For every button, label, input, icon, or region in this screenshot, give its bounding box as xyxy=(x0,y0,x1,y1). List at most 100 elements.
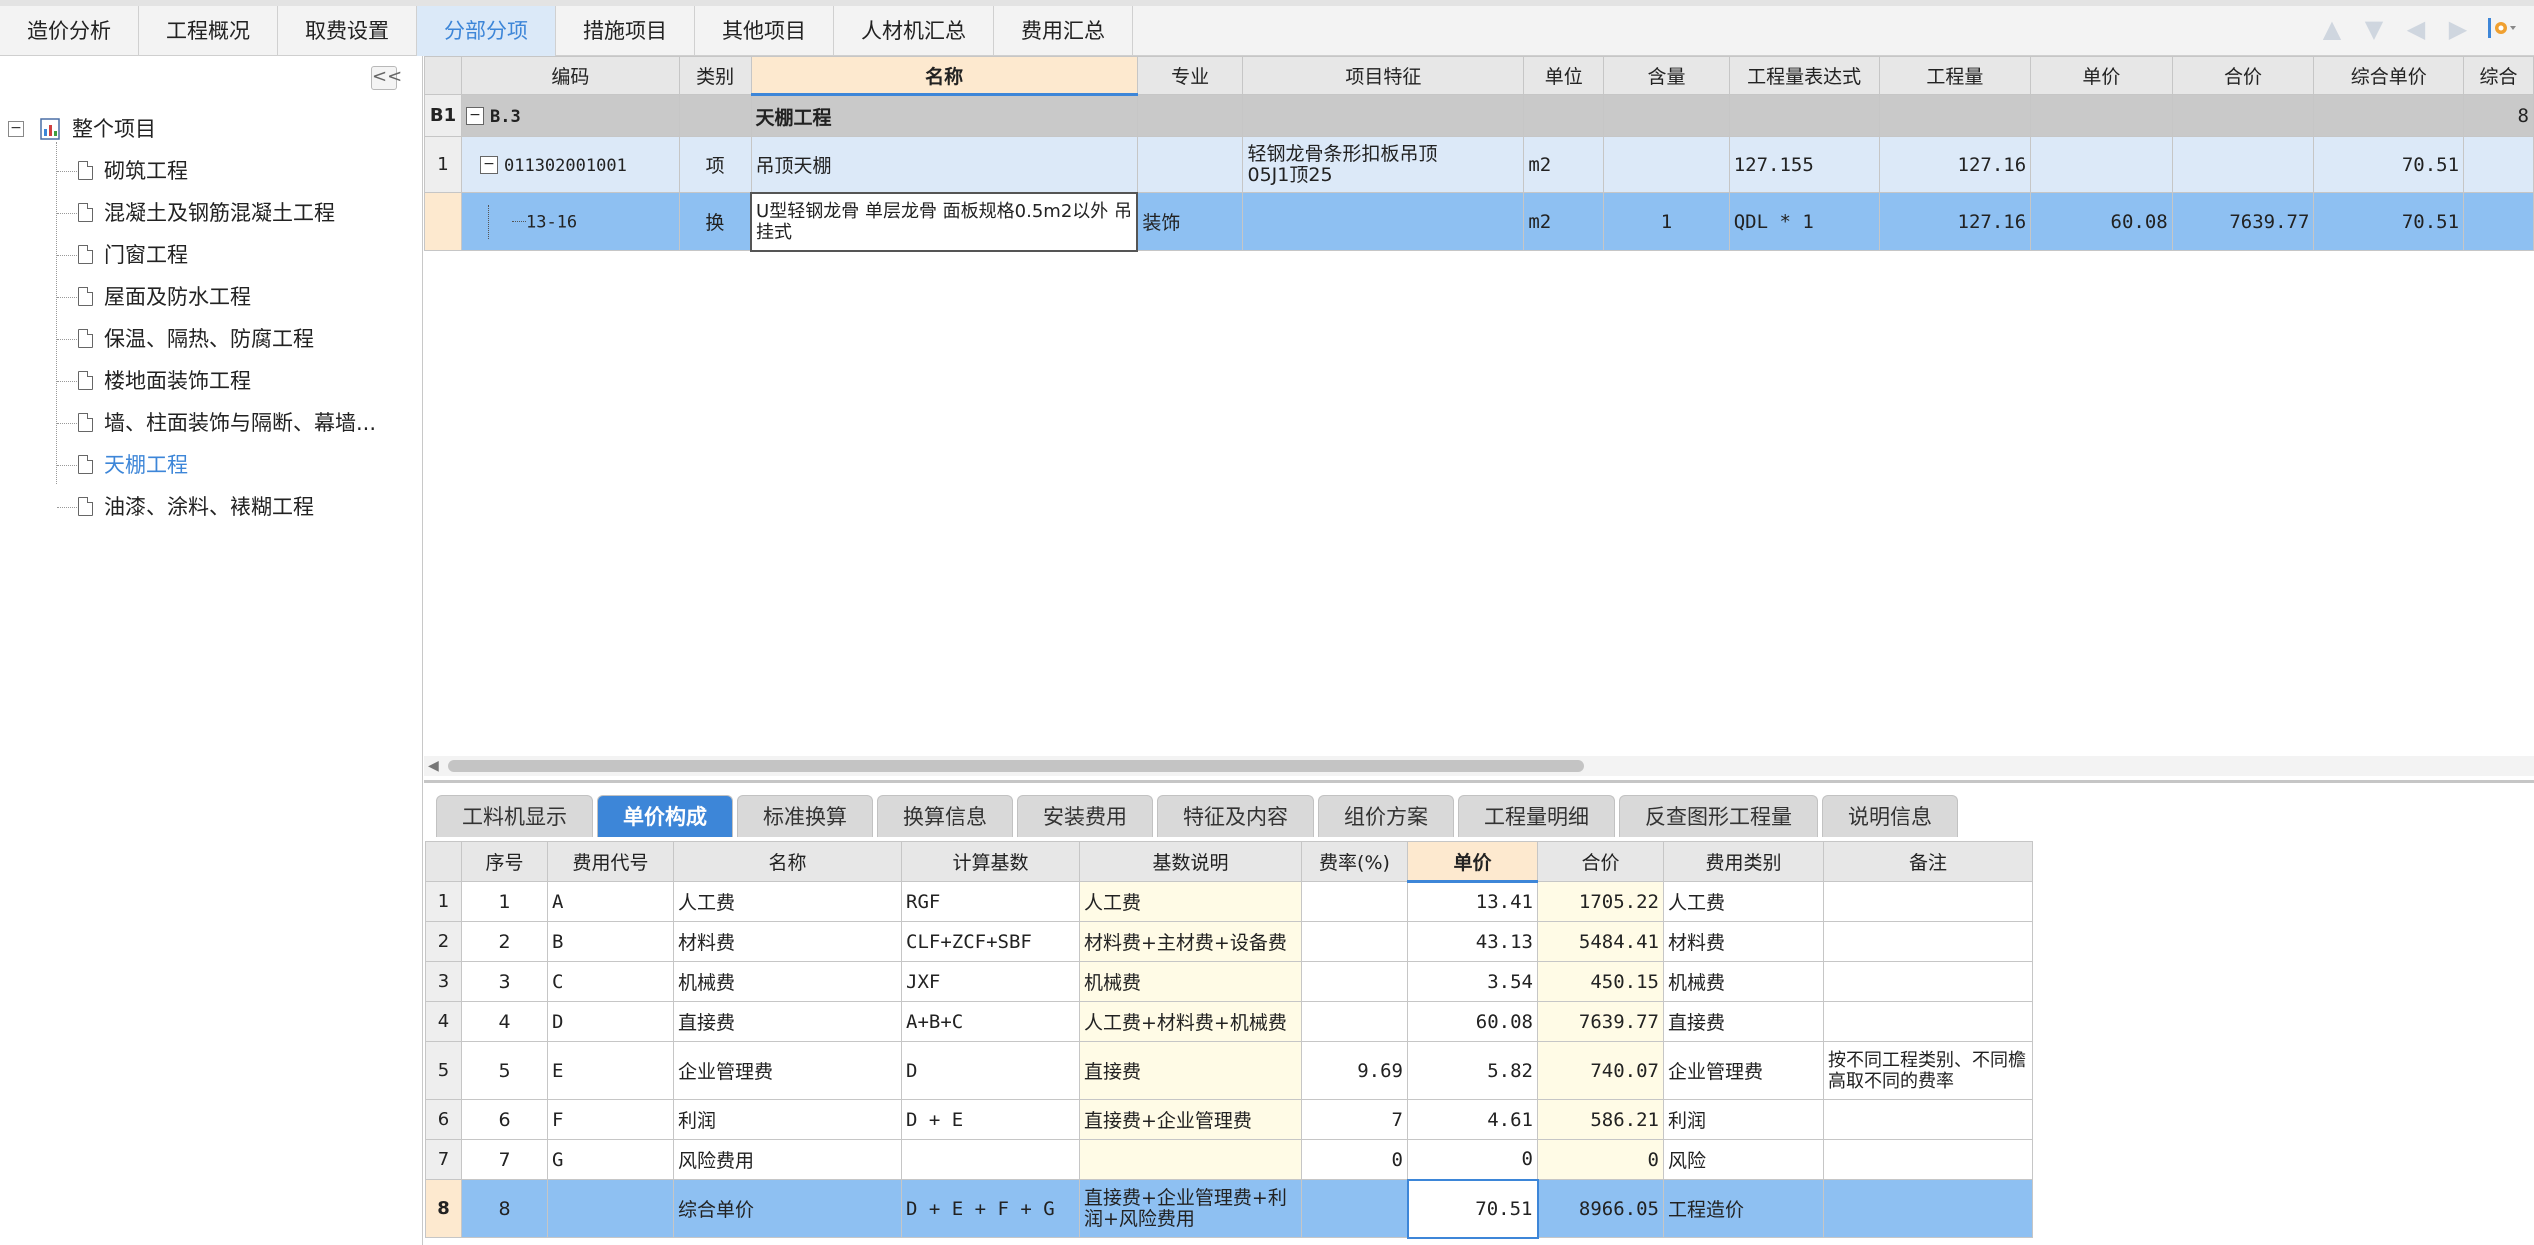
cell-total[interactable] xyxy=(2171,94,2315,137)
cell-major[interactable] xyxy=(1136,136,1244,193)
cell-code[interactable]: − B.3 xyxy=(460,94,680,137)
arrow-up-icon[interactable]: ▲ xyxy=(2318,14,2346,44)
cell-comp-total[interactable] xyxy=(2463,136,2534,193)
cell-code[interactable]: −011302001001 xyxy=(460,136,680,193)
top-tab[interactable]: 分部分项 xyxy=(417,6,556,56)
tree-node[interactable]: 墙、柱面装饰与隔断、幕墙... xyxy=(0,402,423,444)
detail-tab[interactable]: 工程量明细 xyxy=(1458,795,1615,837)
col-header[interactable]: 综合单价 xyxy=(2313,56,2465,95)
cell-fee-name[interactable]: 风险费用 xyxy=(673,1139,902,1180)
collapse-icon[interactable]: − xyxy=(479,156,498,174)
cell-calc-base[interactable]: A+B+C xyxy=(901,1001,1080,1042)
col-header[interactable]: 合价 xyxy=(2171,56,2315,95)
cell-calc-base[interactable] xyxy=(901,1139,1080,1180)
cell-comp-price[interactable]: 70.51 xyxy=(2313,192,2465,251)
cell-feature[interactable]: 轻钢龙骨条形扣板吊顶 05J1顶25 xyxy=(1242,136,1525,193)
col-header[interactable]: 单价 xyxy=(1407,841,1538,883)
cell-seq[interactable]: 2 xyxy=(461,921,548,962)
col-header[interactable]: 工程量表达式 xyxy=(1728,56,1880,95)
cell-quantity[interactable]: 127.16 xyxy=(1878,136,2032,193)
col-header[interactable]: 备注 xyxy=(1823,841,2033,882)
cell-seq[interactable]: 5 xyxy=(461,1041,548,1100)
top-tab[interactable]: 人材机汇总 xyxy=(834,6,994,56)
detail-tab[interactable]: 换算信息 xyxy=(877,795,1013,837)
tree-node[interactable]: 门窗工程 xyxy=(0,234,423,276)
cell-calc-base[interactable]: D + E xyxy=(901,1099,1080,1140)
table-row[interactable]: 2 2 B 材料费 CLF+ZCF+SBF 材料费+主材费+设备费 43.13 5484.41… xyxy=(425,921,2033,962)
cell-base-desc[interactable]: 直接费 xyxy=(1079,1041,1302,1100)
cell-rate[interactable] xyxy=(1301,961,1408,1002)
cell-fee-category[interactable]: 机械费 xyxy=(1663,961,1824,1002)
cell-fee-category[interactable]: 材料费 xyxy=(1663,921,1824,962)
cell-feature[interactable] xyxy=(1242,192,1525,251)
table-row[interactable]: 1 1 A 人工费 RGF 人工费 13.41 1705.22 人工费 xyxy=(425,881,2033,922)
table-row[interactable]: 8 8 综合单价 D + E + F + G 直接费+企业管理费+利润+风险费用 70.5… xyxy=(425,1178,2033,1239)
col-header[interactable]: 专业 xyxy=(1136,56,1244,95)
col-header[interactable]: 含量 xyxy=(1603,56,1730,95)
cell-rate[interactable]: 9.69 xyxy=(1301,1041,1408,1100)
cell-note[interactable] xyxy=(1823,1001,2033,1042)
detail-tab[interactable]: 工料机显示 xyxy=(436,795,593,837)
cell-fee-code[interactable]: G xyxy=(547,1139,674,1180)
cell-note[interactable] xyxy=(1823,1139,2033,1180)
col-header[interactable]: 项目特征 xyxy=(1242,56,1525,95)
table-row[interactable]: B1 − B.3 天棚工程 8 xyxy=(424,94,2534,137)
cell-fee-category[interactable]: 直接费 xyxy=(1663,1001,1824,1042)
col-header[interactable]: 工程量 xyxy=(1878,56,2032,95)
tree-root[interactable]: − 整个项目 xyxy=(0,108,423,150)
cell-rate[interactable] xyxy=(1301,921,1408,962)
col-header[interactable]: 类别 xyxy=(678,56,752,95)
detail-tab[interactable]: 特征及内容 xyxy=(1157,795,1314,837)
top-tab[interactable]: 措施项目 xyxy=(556,6,695,56)
col-header[interactable]: 基数说明 xyxy=(1079,841,1302,882)
cell-name[interactable]: 天棚工程 xyxy=(750,94,1138,137)
cell-seq[interactable]: 6 xyxy=(461,1099,548,1140)
cell-expr[interactable]: 127.155 xyxy=(1728,136,1880,193)
cell-type[interactable]: 换 xyxy=(678,192,752,251)
detail-tab[interactable]: 安装费用 xyxy=(1017,795,1153,837)
cell-total[interactable] xyxy=(2171,136,2315,193)
cell-total[interactable]: 5484.41 xyxy=(1537,921,1664,962)
cell-qty-ratio[interactable]: 1 xyxy=(1603,192,1730,251)
cell-calc-base[interactable]: D xyxy=(901,1041,1080,1100)
cell-base-desc[interactable]: 直接费+企业管理费 xyxy=(1079,1099,1302,1140)
cell-base-desc[interactable]: 人工费 xyxy=(1079,881,1302,922)
cell-type[interactable] xyxy=(678,94,752,137)
tree-node[interactable]: 天棚工程 xyxy=(0,444,423,486)
cell-fee-code[interactable]: D xyxy=(547,1001,674,1042)
cell-seq[interactable]: 1 xyxy=(461,881,548,922)
cell-fee-code[interactable]: F xyxy=(547,1099,674,1140)
detail-tab[interactable]: 组价方案 xyxy=(1318,795,1454,837)
cell-calc-base[interactable]: D + E + F + G xyxy=(901,1179,1080,1238)
tree-node[interactable]: 混凝土及钢筋混凝土工程 xyxy=(0,192,423,234)
cell-quantity[interactable] xyxy=(1878,94,2032,137)
cell-fee-category[interactable]: 风险 xyxy=(1663,1139,1824,1180)
cell-fee-code[interactable]: C xyxy=(547,961,674,1002)
cell-major[interactable] xyxy=(1136,94,1244,137)
tree-node[interactable]: 保温、隔热、防腐工程 xyxy=(0,318,423,360)
cell-rate[interactable]: 0 xyxy=(1301,1139,1408,1180)
cell-comp-total[interactable]: 8 xyxy=(2463,94,2534,137)
cell-base-desc[interactable]: 人工费+材料费+机械费 xyxy=(1079,1001,1302,1042)
cell-qty-ratio[interactable] xyxy=(1603,94,1730,137)
cell-total[interactable]: 0 xyxy=(1537,1139,1664,1180)
cell-unit-price[interactable]: 70.51 xyxy=(1406,1178,1539,1239)
detail-tab[interactable]: 标准换算 xyxy=(737,795,873,837)
col-header[interactable]: 单价 xyxy=(2030,56,2173,95)
detail-tab[interactable]: 反查图形工程量 xyxy=(1619,795,1818,837)
cell-qty-ratio[interactable] xyxy=(1603,136,1730,193)
cell-code[interactable]: 13-16 xyxy=(460,192,680,251)
cell-rate[interactable] xyxy=(1301,1001,1408,1042)
cell-fee-code[interactable]: E xyxy=(547,1041,674,1100)
cell-total[interactable]: 586.21 xyxy=(1537,1099,1664,1140)
cell-fee-code[interactable] xyxy=(547,1179,674,1238)
cell-unit-price[interactable]: 4.61 xyxy=(1407,1099,1538,1140)
cell-total[interactable]: 450.15 xyxy=(1537,961,1664,1002)
cell-note[interactable]: 按不同工程类别、不同檐高取不同的费率 xyxy=(1823,1041,2033,1100)
cell-name[interactable]: 吊顶天棚 xyxy=(750,136,1138,193)
cell-note[interactable] xyxy=(1823,1179,2033,1238)
table-row[interactable]: 13-16 换 U型轻钢龙骨 单层龙骨 面板规格0.5m2以外 吊挂式 装饰 m… xyxy=(424,191,2534,252)
arrow-right-icon[interactable]: ▶ xyxy=(2444,14,2472,44)
cell-total[interactable]: 7639.77 xyxy=(1537,1001,1664,1042)
cell-seq[interactable]: 8 xyxy=(461,1179,548,1238)
